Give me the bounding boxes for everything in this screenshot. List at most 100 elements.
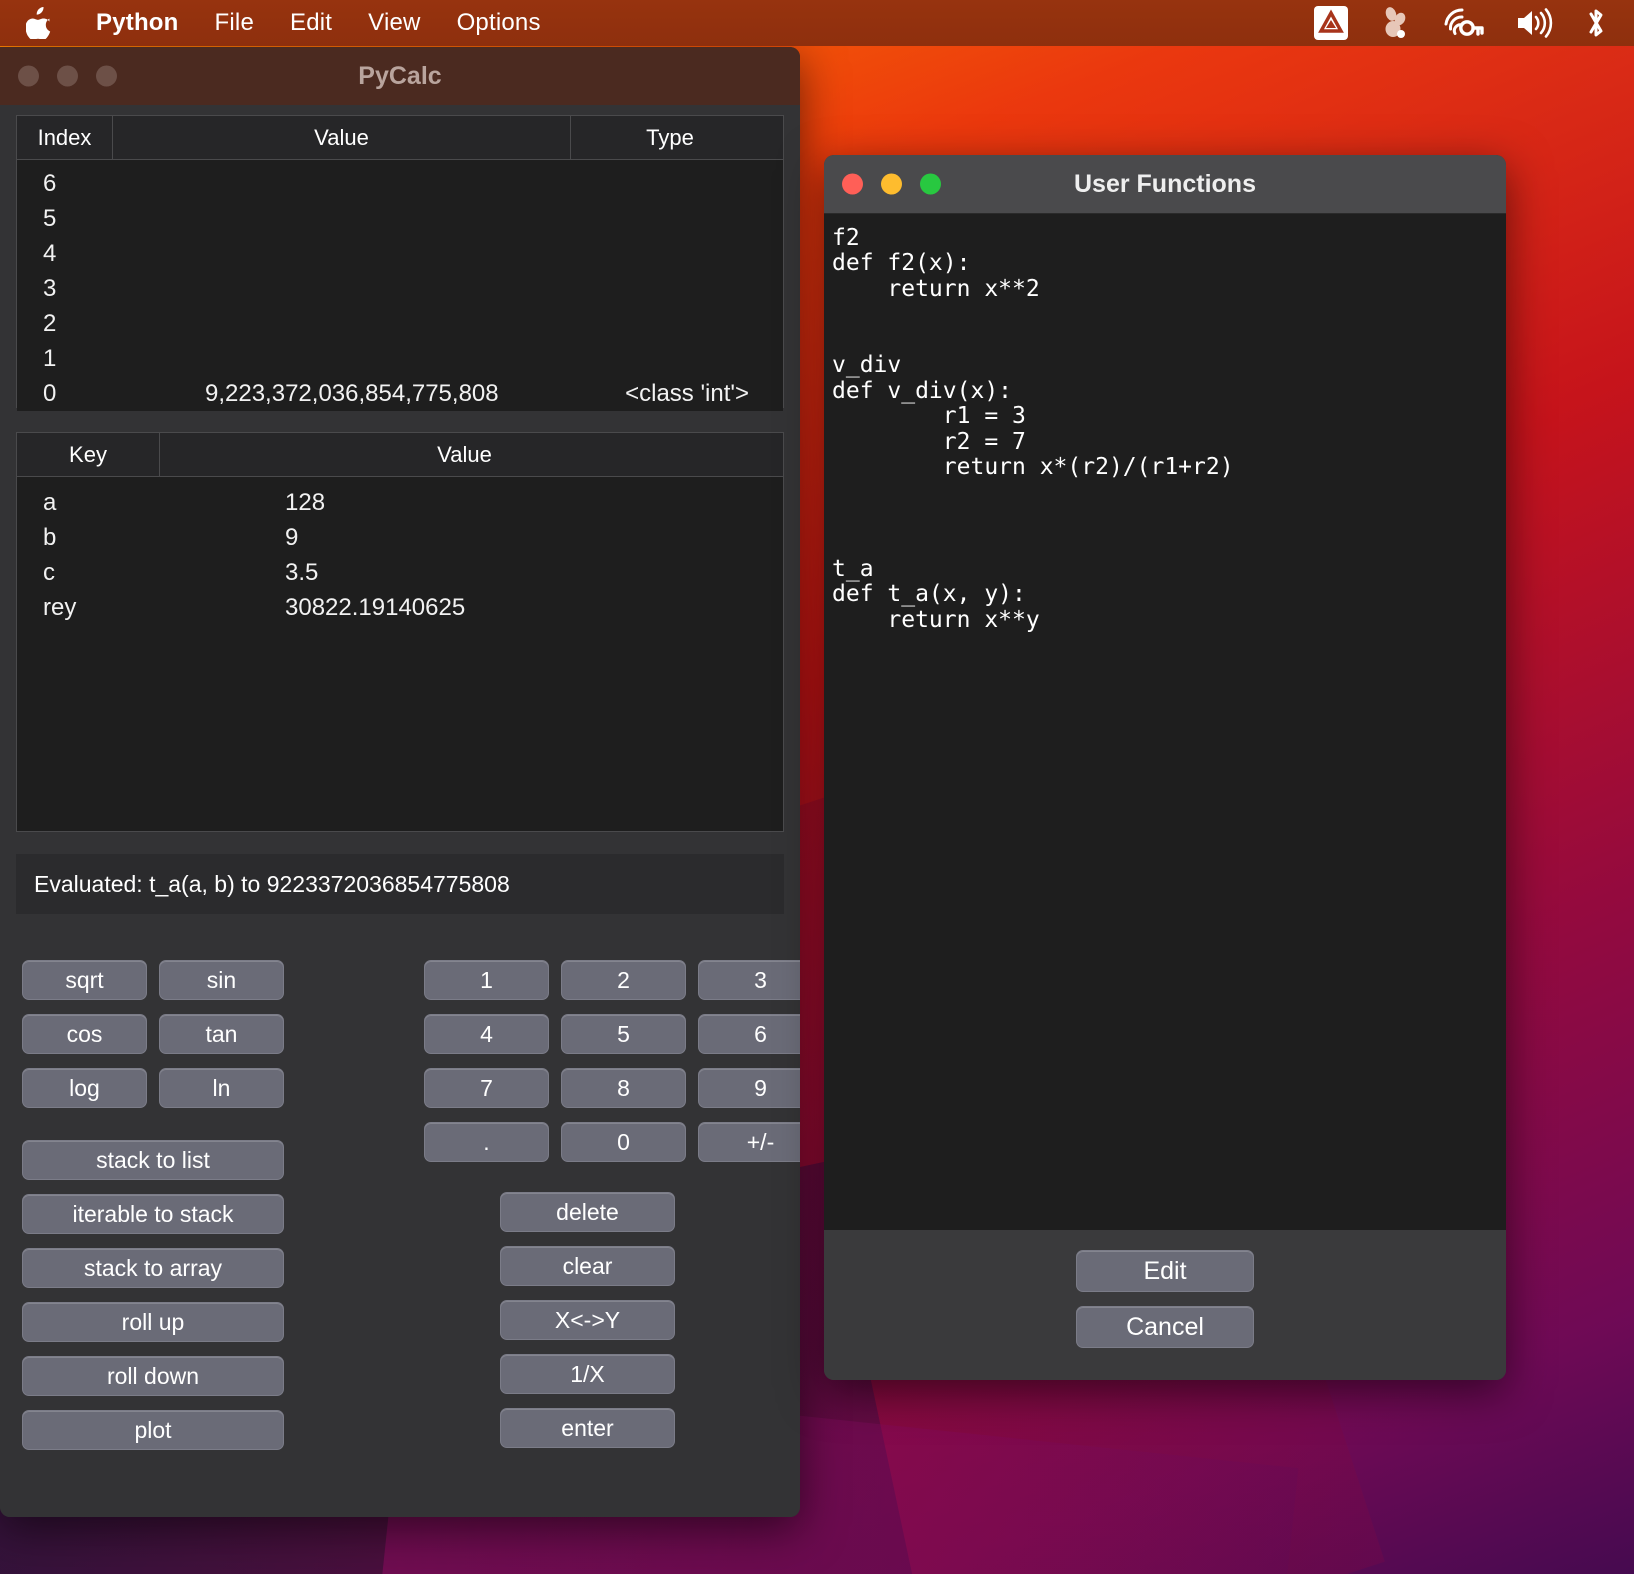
variable-cell-key: b	[43, 523, 57, 551]
roll-up-button[interactable]: roll up	[22, 1302, 284, 1342]
stack-cell-index: 4	[43, 239, 57, 267]
table-row[interactable]: rey 30822.19140625	[17, 590, 783, 625]
digit-4-button[interactable]: 4	[424, 1014, 549, 1054]
sign-toggle-button[interactable]: +/-	[698, 1122, 800, 1162]
stack-col-type[interactable]: Type	[571, 116, 769, 159]
table-row[interactable]: 0 9,223,372,036,854,775,808 <class 'int'…	[17, 376, 783, 411]
decimal-point-button[interactable]: .	[424, 1122, 549, 1162]
digit-1-button[interactable]: 1	[424, 960, 549, 1000]
digit-0-button[interactable]: 0	[561, 1122, 686, 1162]
keypad-left-column: sqrt sin cos tan log ln stack to list it…	[16, 960, 284, 1503]
user-functions-window[interactable]: User Functions f2 def f2(x): return x**2…	[824, 155, 1506, 1380]
menu-bar: Python File Edit View Options	[0, 0, 1634, 46]
table-row[interactable]: 6	[17, 166, 783, 201]
digit-3-button[interactable]: 3	[698, 960, 800, 1000]
function-row-1: sqrt sin	[22, 960, 284, 1000]
pycalc-window[interactable]: PyCalc Index Value Type 6 5 4 3 2 1 0 9,…	[0, 47, 800, 1517]
digit-5-button[interactable]: 5	[561, 1014, 686, 1054]
variable-cell-key: rey	[43, 593, 77, 621]
menu-item-view[interactable]: View	[368, 9, 420, 37]
tan-button[interactable]: tan	[159, 1014, 284, 1054]
table-row[interactable]: 3	[17, 271, 783, 306]
variable-cell-value: 30822.19140625	[285, 593, 466, 621]
stack-table[interactable]: Index Value Type 6 5 4 3 2 1 0 9,223,372…	[16, 115, 784, 411]
minimize-button[interactable]	[881, 173, 902, 195]
digit-7-button[interactable]: 7	[424, 1068, 549, 1108]
menu-item-python[interactable]: Python	[96, 9, 179, 37]
reciprocal-button[interactable]: 1/X	[500, 1354, 675, 1394]
user-functions-button-bar: Edit Cancel	[824, 1230, 1506, 1380]
paw-icon[interactable]	[1378, 6, 1412, 40]
stack-to-array-button[interactable]: stack to array	[22, 1248, 284, 1288]
minimize-button[interactable]	[57, 65, 78, 87]
swap-xy-button[interactable]: X<->Y	[500, 1300, 675, 1340]
maximize-button[interactable]	[920, 173, 941, 195]
affinity-icon[interactable]	[1314, 6, 1348, 40]
apple-logo-icon[interactable]	[26, 7, 52, 39]
close-button[interactable]	[842, 173, 863, 195]
stack-cell-index: 5	[43, 204, 57, 232]
digit-6-button[interactable]: 6	[698, 1014, 800, 1054]
roll-down-button[interactable]: roll down	[22, 1356, 284, 1396]
wifi-key-icon[interactable]	[1442, 6, 1484, 40]
variables-col-key[interactable]: Key	[17, 433, 160, 476]
variables-table-header: Key Value	[17, 433, 783, 477]
pycalc-titlebar[interactable]: PyCalc	[0, 47, 800, 105]
number-grid: 1 2 3 4 5 6 7 8 9 . 0 +/-	[424, 960, 800, 1162]
pycalc-title: PyCalc	[358, 61, 442, 90]
user-functions-code-area[interactable]: f2 def f2(x): return x**2 v_div def v_di…	[824, 213, 1506, 1230]
digit-2-button[interactable]: 2	[561, 960, 686, 1000]
user-functions-traffic-lights	[842, 173, 941, 195]
user-functions-titlebar[interactable]: User Functions	[824, 155, 1506, 213]
number-row-4: . 0 +/-	[424, 1122, 800, 1162]
variable-cell-value: 128	[285, 488, 326, 516]
table-row[interactable]: 5	[17, 201, 783, 236]
ln-button[interactable]: ln	[159, 1068, 284, 1108]
cos-button[interactable]: cos	[22, 1014, 147, 1054]
variables-table[interactable]: Key Value a 128 b 9 c 3.5 rey 30822.1914…	[16, 432, 784, 832]
table-row[interactable]: a 128	[17, 485, 783, 520]
sin-button[interactable]: sin	[159, 960, 284, 1000]
variables-table-body: a 128 b 9 c 3.5 rey 30822.19140625	[17, 477, 783, 625]
status-message: Evaluated: t_a(a, b) to 9223372036854775…	[34, 870, 510, 897]
stack-col-value[interactable]: Value	[113, 116, 571, 159]
keypad: sqrt sin cos tan log ln stack to list it…	[16, 960, 800, 1503]
edit-button[interactable]: Edit	[1076, 1250, 1254, 1292]
variable-cell-value: 3.5	[285, 558, 319, 586]
stack-to-list-button[interactable]: stack to list	[22, 1140, 284, 1180]
variables-col-value[interactable]: Value	[160, 433, 769, 476]
menu-item-options[interactable]: Options	[457, 9, 541, 37]
keypad-right-column: 1 2 3 4 5 6 7 8 9 . 0 +/- delete clear X…	[284, 960, 800, 1503]
digit-8-button[interactable]: 8	[561, 1068, 686, 1108]
menu-bar-tray	[1314, 6, 1620, 40]
pycalc-body: Index Value Type 6 5 4 3 2 1 0 9,223,372…	[0, 105, 800, 1517]
pycalc-traffic-lights	[18, 65, 117, 87]
cancel-button[interactable]: Cancel	[1076, 1306, 1254, 1348]
maximize-button[interactable]	[96, 65, 117, 87]
table-row[interactable]: 4	[17, 236, 783, 271]
clear-button[interactable]: clear	[500, 1246, 675, 1286]
menu-item-file[interactable]: File	[215, 9, 254, 37]
status-bar: Evaluated: t_a(a, b) to 9223372036854775…	[16, 854, 784, 914]
digit-9-button[interactable]: 9	[698, 1068, 800, 1108]
delete-button[interactable]: delete	[500, 1192, 675, 1232]
stack-table-body: 6 5 4 3 2 1 0 9,223,372,036,854,775,808 …	[17, 160, 783, 411]
table-row[interactable]: c 3.5	[17, 555, 783, 590]
table-row[interactable]: b 9	[17, 520, 783, 555]
sqrt-button[interactable]: sqrt	[22, 960, 147, 1000]
menu-item-edit[interactable]: Edit	[290, 9, 332, 37]
table-row[interactable]: 2	[17, 306, 783, 341]
close-button[interactable]	[18, 65, 39, 87]
number-row-3: 7 8 9	[424, 1068, 800, 1108]
plot-button[interactable]: plot	[22, 1410, 284, 1450]
stack-cell-index: 3	[43, 274, 57, 302]
enter-button[interactable]: enter	[500, 1408, 675, 1448]
stack-cell-value: 9,223,372,036,854,775,808	[205, 379, 499, 407]
volume-icon[interactable]	[1514, 6, 1554, 40]
log-button[interactable]: log	[22, 1068, 147, 1108]
table-row[interactable]: 1	[17, 341, 783, 376]
function-row-3: log ln	[22, 1068, 284, 1108]
iterable-to-stack-button[interactable]: iterable to stack	[22, 1194, 284, 1234]
bluetooth-icon[interactable]	[1584, 6, 1608, 40]
stack-col-index[interactable]: Index	[17, 116, 113, 159]
